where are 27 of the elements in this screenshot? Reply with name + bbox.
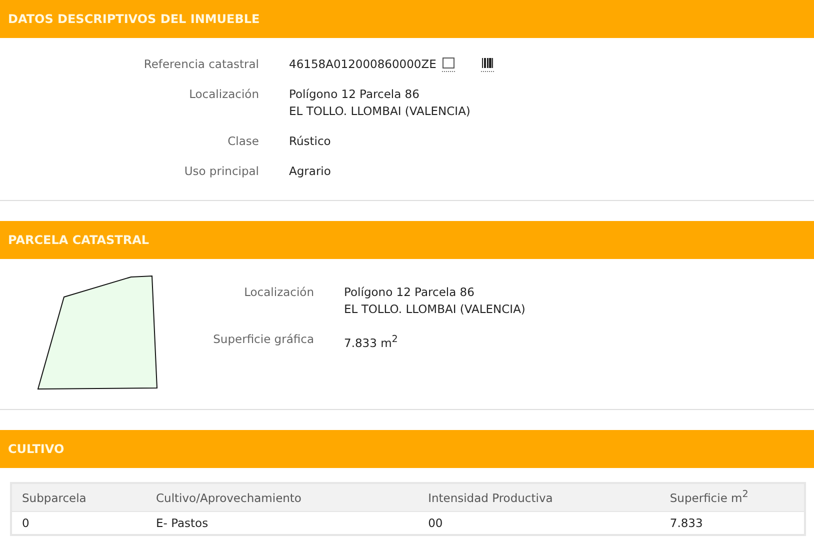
field-value: Polígono 12 Parcela 86 xyxy=(344,284,476,301)
copy-icon[interactable] xyxy=(442,57,456,72)
section-header: DATOS DESCRIPTIVOS DEL INMUEBLE xyxy=(0,0,814,38)
field-value: EL TOLLO. LLOMBAI (VALENCIA) xyxy=(344,301,526,318)
column-header: Intensidad Productiva xyxy=(418,483,660,512)
field-label: Localización xyxy=(188,86,259,103)
table-cell: E- Pastos xyxy=(146,512,418,535)
field-value: Polígono 12 Parcela 86 xyxy=(289,86,420,103)
field-label: Superficie gráfica xyxy=(212,331,314,348)
field-label: Clase xyxy=(226,133,259,150)
field-value: EL TOLLO. LLOMBAI (VALENCIA) xyxy=(289,103,470,120)
table-cell: 0 xyxy=(11,512,146,535)
barcode-icon[interactable] xyxy=(481,57,494,72)
field-value: Agrario xyxy=(289,163,331,180)
field-label: Uso principal xyxy=(183,163,259,180)
table-cell: 00 xyxy=(418,512,660,535)
field-value: 7.833 m$^{2}$ xyxy=(344,333,398,352)
field-label: Referencia catastral xyxy=(142,56,259,73)
field-label: Localización xyxy=(243,284,314,301)
table-cell: 7.833 xyxy=(660,512,805,535)
section-header: PARCELA CATASTRAL xyxy=(0,221,814,259)
column-header: Subparcela xyxy=(11,483,146,512)
column-header: Cultivo/Aprovechamiento xyxy=(146,483,418,512)
section-header: CULTIVO xyxy=(0,430,814,468)
field-value: 46158A012000860000ZE xyxy=(289,56,436,73)
field-value: Rústico xyxy=(289,133,331,150)
column-header: Superficie m$^{2}$ xyxy=(660,483,805,512)
